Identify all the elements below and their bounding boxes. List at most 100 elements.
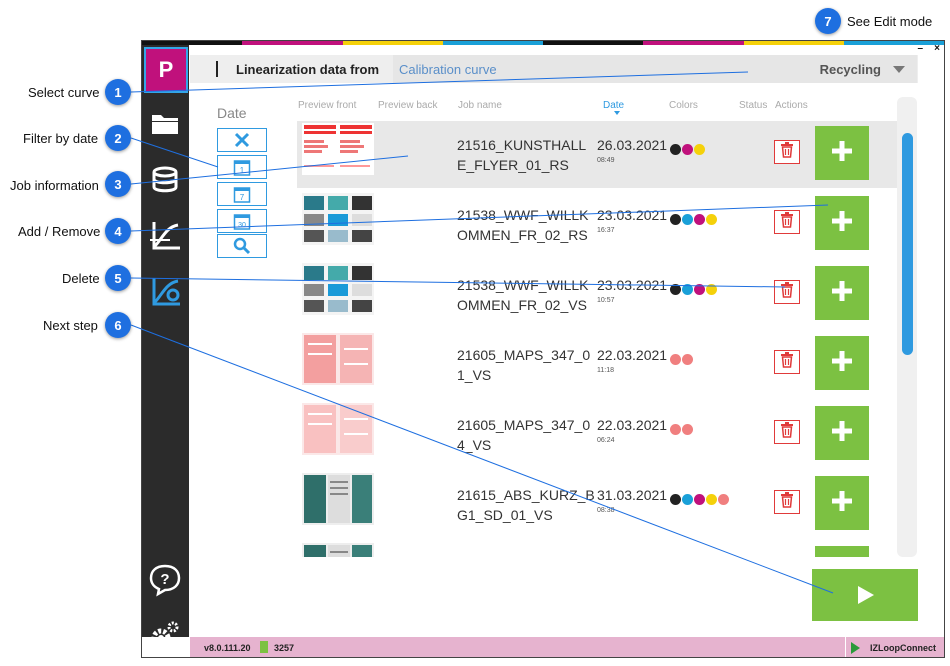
filter-calendar-month-button[interactable]: 30 [217,209,267,233]
filter-search-button[interactable] [217,234,267,258]
job-count: 3257 [274,643,295,653]
column-header-preview-back[interactable]: Preview back [378,100,437,111]
curve-icon[interactable] [148,219,182,253]
sidebar: P ? [142,45,189,648]
calendar-day-icon: 1 [233,160,251,176]
date-filter-title: Date [217,105,247,121]
settings-icon[interactable] [148,617,182,651]
color-dot [682,284,693,295]
job-row[interactable]: 21615_ABS_KURZ_BG1_SD_01_VS 31.03.2021 08:… [297,471,897,538]
delete-button[interactable] [774,280,800,304]
scrollbar-thumb[interactable] [902,133,913,355]
color-dot [682,354,693,365]
column-header-date[interactable]: Date [603,100,624,111]
scrollbar[interactable] [897,97,917,557]
add-button[interactable] [815,266,869,320]
app-logo[interactable]: P [144,47,188,93]
delete-button[interactable] [774,490,800,514]
svg-text:1: 1 [240,166,245,175]
connection-status[interactable]: IZLoopConnect [870,643,936,653]
color-dot [694,144,705,155]
job-date: 23.03.2021 [597,277,668,293]
column-header-status[interactable]: Status [739,100,767,111]
trash-icon [780,491,794,513]
add-button[interactable] [815,196,869,250]
color-strip [142,41,944,45]
preview-front-thumbnail [302,403,374,455]
column-header-job-name[interactable]: Job name [458,100,502,111]
next-step-button[interactable] [812,569,918,621]
svg-text:?: ? [160,571,169,588]
callout-label-4: Add / Remove [18,224,101,239]
column-header-actions[interactable]: Actions [775,100,808,111]
delete-button[interactable] [774,140,800,164]
add-button[interactable] [815,336,869,390]
filter-calendar-week-button[interactable]: 7 [217,182,267,206]
database-icon[interactable] [148,163,182,197]
preview-front-thumbnail [302,193,374,245]
preview-front-thumbnail [302,543,374,557]
job-row[interactable]: 21538_WWF_WILLKOMMEN_FR_02_RS 23.03.2021 1… [297,191,897,258]
color-dot [670,424,681,435]
trash-icon [780,281,794,303]
clear-filter-icon [234,132,250,148]
filter-clear-filter-button[interactable] [217,128,267,152]
job-row[interactable]: 21516_KUNSTHALLE_FLYER_01_RS 26.03.2021 08… [297,121,897,188]
job-name: 21516_KUNSTHALLE_FLYER_01_RS [457,137,587,173]
color-dots [670,214,718,225]
svg-text:30: 30 [238,222,246,229]
job-time: 06:24 [597,437,615,444]
color-dot [706,284,717,295]
curve-settings-icon[interactable] [148,275,182,309]
play-icon [858,586,874,604]
job-time: 08:38 [597,507,615,514]
curve-select[interactable]: Calibration curve Recycling [393,55,917,83]
job-row[interactable]: 21605_MAPS_347_01_VS 22.03.2021 11:18 [297,331,897,398]
svg-text:7: 7 [240,193,245,202]
column-header-colors[interactable]: Colors [669,100,698,111]
callout-badge-3: 3 [105,171,131,197]
add-button[interactable] [815,546,869,557]
callout-badge-2: 2 [105,125,131,151]
help-icon[interactable]: ? [148,563,182,597]
job-name: 21538_WWF_WILLKOMMEN_FR_02_VS [457,277,589,313]
delete-button[interactable] [774,210,800,234]
curve-dropdown-value: Recycling [819,62,881,77]
job-name: 21615_ABS_KURZ_BG1_SD_01_VS [457,487,595,523]
folder-icon[interactable] [148,107,182,141]
delete-button[interactable] [774,350,800,374]
add-button[interactable] [815,126,869,180]
callout-badge-1: 1 [105,79,131,105]
column-header-preview-front[interactable]: Preview front [298,100,356,111]
curve-header: Linearization data from Calibration curv… [190,55,918,83]
job-date: 23.03.2021 [597,207,668,223]
delete-button[interactable] [774,420,800,444]
add-button[interactable] [815,476,869,530]
status-divider [845,637,846,657]
color-dot [670,284,681,295]
job-row[interactable]: 21538_WWF_WILLKOMMEN_FR_02_VS 23.03.2021 1… [297,261,897,328]
close-button[interactable]: × [934,43,940,54]
job-time: 10:57 [597,297,615,304]
job-row[interactable]: 21605_MAPS_347_04_VS 22.03.2021 06:24 [297,401,897,468]
color-dot [682,214,693,225]
color-dot [670,144,681,155]
job-date: 26.03.2021 [597,137,668,153]
color-dot [670,214,681,225]
callout-label-6: Next step [43,318,98,333]
color-dot [682,494,693,505]
callout-label-7: See Edit mode [847,14,933,29]
job-date: 22.03.2021 [597,417,668,433]
callout-label-2: Filter by date [23,131,99,146]
minimize-button[interactable]: – [917,43,923,54]
add-button[interactable] [815,406,869,460]
color-dots [670,424,694,435]
color-dot [670,354,681,365]
version-text: v8.0.111.20 [204,643,251,653]
trash-icon [780,141,794,163]
sort-desc-icon [614,111,620,115]
job-name: 21605_MAPS_347_04_VS [457,417,591,453]
filter-calendar-day-button[interactable]: 1 [217,155,267,179]
color-dot [694,284,705,295]
job-row[interactable]: 21615_ABS_KURZ_BG31.03.2021 [297,541,897,557]
